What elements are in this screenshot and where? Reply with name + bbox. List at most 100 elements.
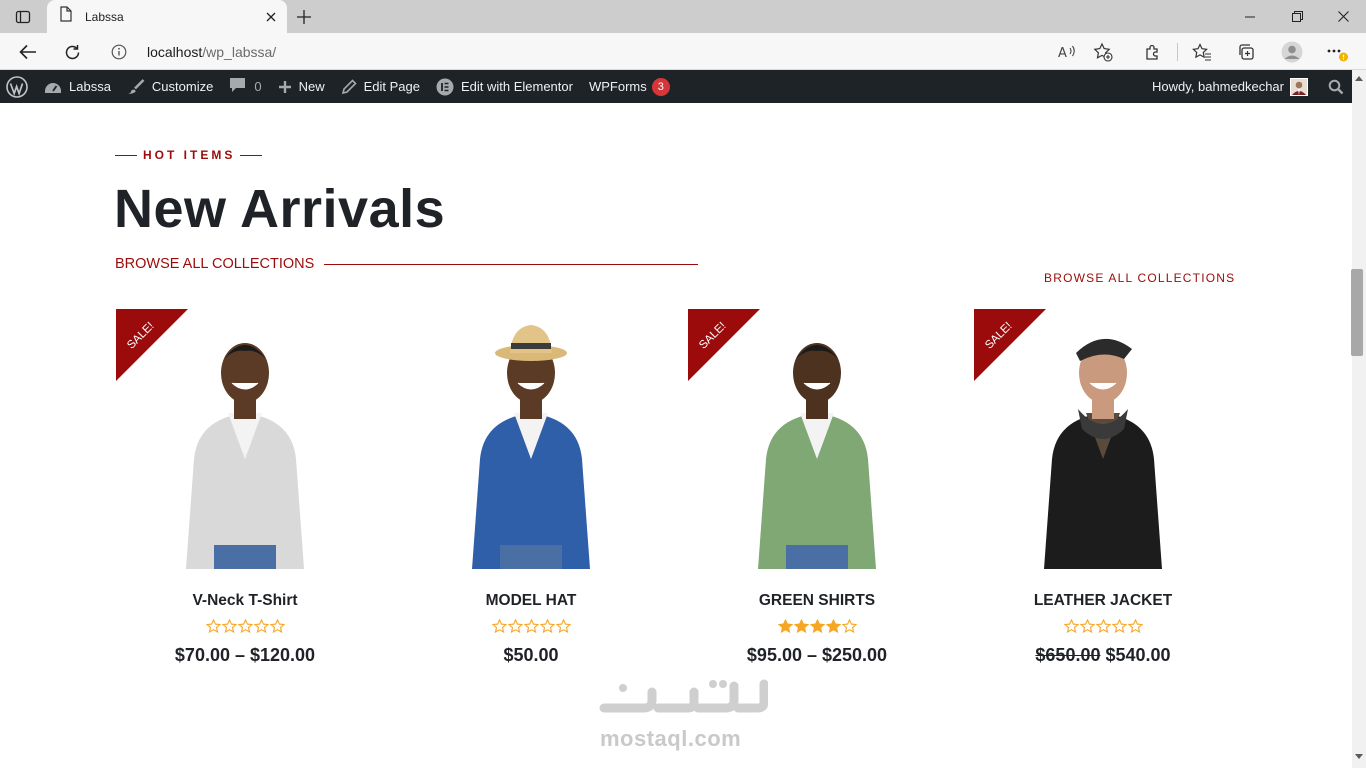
comments-count: 0 xyxy=(254,79,262,94)
search-icon[interactable] xyxy=(1320,70,1352,103)
star-filled-icon xyxy=(825,619,841,633)
edit-page-label: Edit Page xyxy=(363,79,420,94)
wp-edit-elementor[interactable]: Edit with Elementor xyxy=(428,70,581,103)
star-empty-icon xyxy=(1111,619,1127,633)
tab-actions-icon[interactable] xyxy=(6,4,40,29)
product-rating xyxy=(402,619,660,633)
browser-tab-bar: Labssa xyxy=(0,0,1366,33)
settings-more-icon[interactable] xyxy=(1322,38,1352,66)
close-tab-icon[interactable] xyxy=(259,5,283,29)
active-tab[interactable]: Labssa xyxy=(47,0,287,33)
page-scrollbar[interactable] xyxy=(1352,70,1366,768)
star-empty-icon xyxy=(205,619,221,633)
product-card[interactable]: SALE! LEATHER JACKET $650.00 $540.00 xyxy=(974,309,1232,689)
add-favorite-icon[interactable] xyxy=(1088,38,1118,66)
product-card[interactable]: MODEL HAT $50.00 xyxy=(402,309,660,689)
info-icon[interactable] xyxy=(104,44,134,60)
reload-icon[interactable] xyxy=(56,37,88,67)
wp-customize[interactable]: Customize xyxy=(119,70,221,103)
wp-wpforms[interactable]: WPForms 3 xyxy=(581,70,678,103)
sale-badge: SALE! xyxy=(116,309,188,381)
watermark: mostaql.com xyxy=(598,674,768,754)
sale-badge: SALE! xyxy=(688,309,760,381)
url-path: /wp_labssa/ xyxy=(202,44,277,60)
brush-icon xyxy=(127,78,145,95)
star-empty-icon xyxy=(523,619,539,633)
eyebrow-line-right xyxy=(240,154,263,156)
url-host: localhost xyxy=(147,44,203,60)
plus-icon xyxy=(278,80,292,94)
product-name[interactable]: GREEN SHIRTS xyxy=(688,592,946,610)
star-empty-icon xyxy=(1095,619,1111,633)
minimize-icon[interactable] xyxy=(1227,0,1273,33)
product-price: $50.00 xyxy=(402,645,660,666)
customize-label: Customize xyxy=(151,79,214,94)
current-price: $70.00 – $120.00 xyxy=(174,645,316,665)
wp-new[interactable]: New xyxy=(270,70,333,103)
comment-icon xyxy=(229,77,246,96)
avatar xyxy=(1290,77,1308,96)
product-image[interactable] xyxy=(402,309,660,569)
product-name[interactable]: MODEL HAT xyxy=(402,592,660,610)
star-empty-icon xyxy=(1063,619,1079,633)
favorites-icon[interactable] xyxy=(1187,38,1217,66)
elementor-icon xyxy=(436,78,454,96)
url-text: localhost/wp_labssa/ xyxy=(147,44,276,60)
restore-icon[interactable] xyxy=(1274,0,1320,33)
sale-badge: SALE! xyxy=(974,309,1046,381)
back-icon[interactable] xyxy=(12,37,44,67)
star-empty-icon xyxy=(237,619,253,633)
howdy-link[interactable]: Howdy, bahmedkechar xyxy=(1144,70,1320,103)
tab-title: Labssa xyxy=(85,9,124,24)
site-name-label: Labssa xyxy=(69,79,111,94)
eyebrow-text: HOT ITEMS xyxy=(143,148,236,162)
star-filled-icon xyxy=(793,619,809,633)
wpforms-label: WPForms xyxy=(588,79,647,94)
current-price: $95.00 – $250.00 xyxy=(746,645,888,665)
product-name[interactable]: V-Neck T-Shirt xyxy=(116,592,374,610)
star-filled-icon xyxy=(809,619,825,633)
url-field[interactable]: localhost/wp_labssa/ xyxy=(104,37,1134,67)
collections-icon[interactable] xyxy=(1231,38,1261,66)
product-card[interactable]: SALE! V-Neck T-Shirt $70.00 – $120.00 xyxy=(116,309,374,689)
old-price: $650.00 xyxy=(1035,645,1101,665)
star-empty-icon xyxy=(539,619,555,633)
scroll-up-icon[interactable] xyxy=(1352,71,1366,85)
star-empty-icon xyxy=(507,619,523,633)
new-tab-icon[interactable] xyxy=(290,4,318,29)
watermark-text: mostaql.com xyxy=(600,726,742,751)
scrollbar-thumb[interactable] xyxy=(1351,269,1363,356)
browse-underline xyxy=(324,263,699,265)
product-rating xyxy=(688,619,946,633)
star-empty-icon xyxy=(841,619,857,633)
product-card[interactable]: SALE! GREEN SHIRTS $95.00 – $250.00 xyxy=(688,309,946,689)
watermark-logo xyxy=(599,679,768,713)
product-grid: SALE! V-Neck T-Shirt $70.00 – $120.00 MO… xyxy=(116,309,1234,689)
browse-collections-link-secondary[interactable]: BROWSE ALL COLLECTIONS xyxy=(1044,271,1235,285)
wordpress-logo-icon[interactable] xyxy=(0,70,36,103)
star-empty-icon xyxy=(1127,619,1143,633)
current-price: $50.00 xyxy=(503,645,559,665)
star-empty-icon xyxy=(1079,619,1095,633)
wpforms-badge: 3 xyxy=(651,77,670,96)
browse-collections-link-primary[interactable]: BROWSE ALL COLLECTIONS xyxy=(115,256,699,272)
toolbar-divider xyxy=(1177,43,1178,61)
current-price: $540.00 xyxy=(1105,645,1171,665)
read-aloud-icon[interactable]: A xyxy=(1052,38,1082,66)
wp-comments[interactable]: 0 xyxy=(221,70,269,103)
section-title: New Arrivals xyxy=(114,179,446,239)
wp-edit-page[interactable]: Edit Page xyxy=(333,70,428,103)
product-name[interactable]: LEATHER JACKET xyxy=(974,592,1232,610)
wp-site-name[interactable]: Labssa xyxy=(36,70,119,103)
svg-text:A: A xyxy=(1058,46,1067,60)
scroll-down-icon[interactable] xyxy=(1352,750,1366,764)
edit-elementor-label: Edit with Elementor xyxy=(460,79,573,94)
dashboard-icon xyxy=(44,79,62,95)
profile-icon[interactable] xyxy=(1277,38,1307,66)
product-rating xyxy=(974,619,1232,633)
close-window-icon[interactable] xyxy=(1320,0,1366,33)
howdy-label: Howdy, bahmedkechar xyxy=(1152,79,1284,94)
product-rating xyxy=(116,619,374,633)
extensions-icon[interactable] xyxy=(1138,38,1168,66)
browse-left-label: BROWSE ALL COLLECTIONS xyxy=(115,256,315,272)
